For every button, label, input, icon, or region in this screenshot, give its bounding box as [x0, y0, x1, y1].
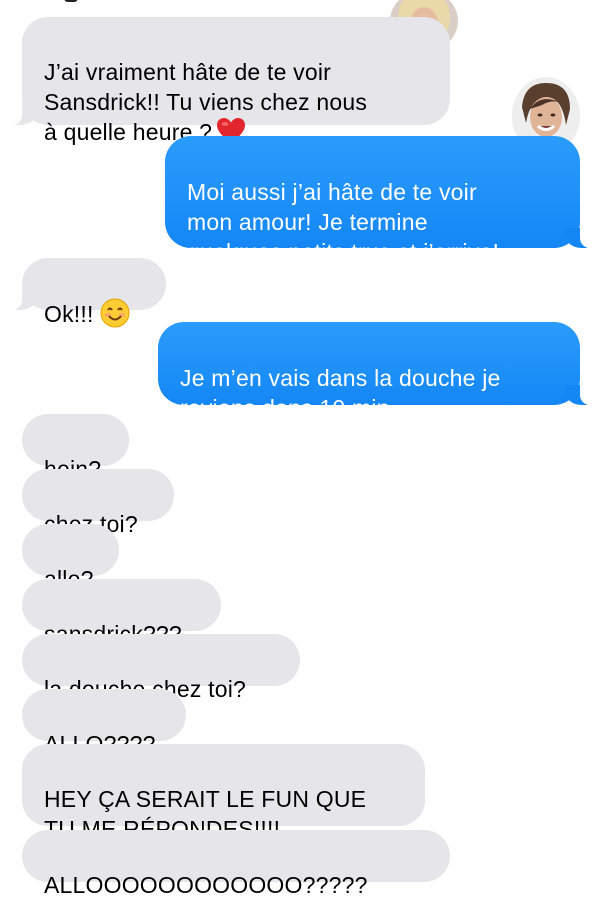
- cropped-header-fragment: [64, 0, 78, 2]
- received-message[interactable]: HEY ÇA SERAIT LE FUN QUE TU ME RÉPONDES!…: [22, 744, 425, 842]
- received-message[interactable]: chez toi?: [22, 469, 174, 537]
- received-message[interactable]: J’ai vraiment hâte de te voir Sansdrick!…: [10, 17, 450, 145]
- message-text: Moi aussi j’ai hâte de te voir mon amour…: [187, 179, 500, 265]
- received-message[interactable]: sansdrick???: [22, 579, 221, 647]
- received-message[interactable]: ALLO????: [22, 689, 186, 757]
- received-message[interactable]: la douche chez toi?: [22, 634, 300, 702]
- message-text: Je m’en vais dans la douche je reviens d…: [180, 365, 501, 421]
- received-message[interactable]: Ok!!!: [10, 258, 166, 328]
- message-text: Ok!!!: [44, 301, 94, 327]
- sent-message[interactable]: Je m’en vais dans la douche je reviens d…: [158, 322, 592, 421]
- message-text: J’ai vraiment hâte de te voir Sansdrick!…: [44, 59, 368, 145]
- sent-message[interactable]: Moi aussi j’ai hâte de te voir mon amour…: [165, 136, 592, 265]
- received-message[interactable]: ALLOOOOOOOOOOOO?????: [22, 830, 450, 898]
- message-text: ALLOOOOOOOOOOOO?????: [44, 872, 368, 898]
- message-thread: J’ai vraiment hâte de te voir Sansdrick!…: [0, 0, 600, 898]
- received-message[interactable]: allo?: [22, 524, 119, 592]
- smiling-face-emoji-icon: [100, 298, 130, 335]
- received-message[interactable]: hein?: [22, 414, 129, 482]
